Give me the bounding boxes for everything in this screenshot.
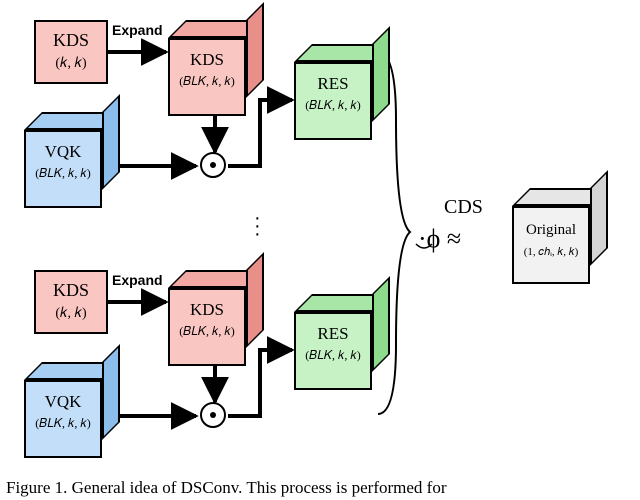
hadamard-bottom: [200, 402, 226, 428]
dot-phi-approx: ·ϕ ≈: [418, 224, 461, 254]
kds-label-b: KDS: [36, 280, 106, 301]
vqk-dim-b: (𝐵𝐿𝐾, 𝑘, 𝑘): [26, 416, 100, 431]
kds-flat-top: KDS (𝑘, 𝑘): [34, 20, 108, 84]
expand-label-top: Expand: [112, 22, 163, 38]
expand-label-bottom: Expand: [112, 272, 163, 288]
original-label: Original: [514, 222, 588, 239]
original-dim: (1, 𝑐ℎᵢ, 𝑘, 𝑘): [514, 246, 588, 259]
cds-label: CDS: [444, 196, 483, 219]
kds-cube-label: KDS: [170, 50, 244, 70]
kds-cube-dim-b: (𝐵𝐿𝐾, 𝑘, 𝑘): [170, 324, 244, 339]
vqk-label: VQK: [26, 142, 100, 162]
figure-caption: Figure 1. General idea of DSConv. This p…: [6, 478, 636, 498]
kds-dim-small: (𝑘, 𝑘): [36, 56, 106, 72]
vqk-dim: (𝐵𝐿𝐾, 𝑘, 𝑘): [26, 166, 100, 181]
res-dim-b: (𝐵𝐿𝐾, 𝑘, 𝑘): [296, 348, 370, 363]
kds-label: KDS: [36, 30, 106, 51]
vqk-label-b: VQK: [26, 392, 100, 412]
kds-cube-label-b: KDS: [170, 300, 244, 320]
kds-cube-dim: (𝐵𝐿𝐾, 𝑘, 𝑘): [170, 74, 244, 89]
hadamard-top: [200, 152, 226, 178]
res-label: RES: [296, 74, 370, 94]
vertical-dots: ···: [254, 214, 263, 238]
res-label-b: RES: [296, 324, 370, 344]
dsconv-diagram: KDS (𝑘, 𝑘) Expand KDS (𝐵𝐿𝐾, 𝑘, 𝑘) VQK (𝐵…: [0, 0, 640, 480]
kds-flat-bottom: KDS (𝑘, 𝑘): [34, 270, 108, 334]
res-dim: (𝐵𝐿𝐾, 𝑘, 𝑘): [296, 98, 370, 113]
kds-dim-small-b: (𝑘, 𝑘): [36, 306, 106, 322]
